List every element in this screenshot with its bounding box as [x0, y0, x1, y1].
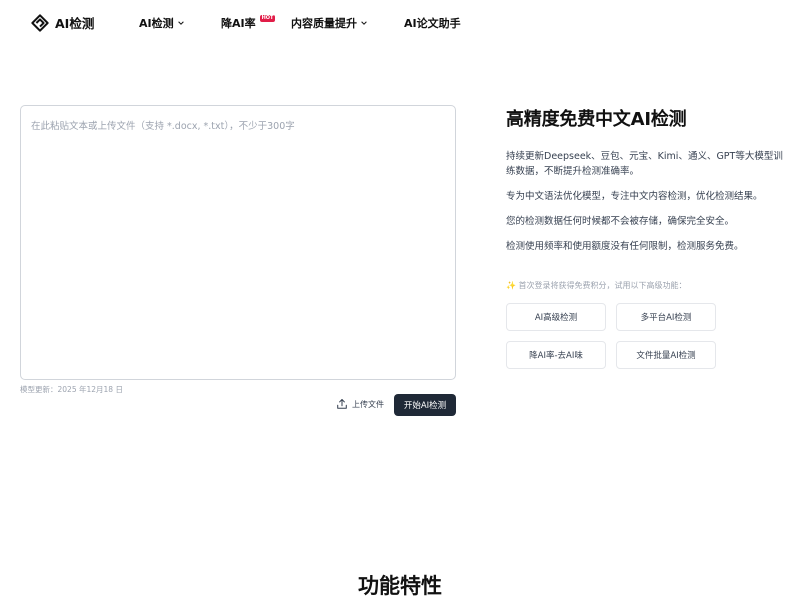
features-section-title: 功能特性: [358, 574, 442, 598]
nav-reduce-ai-rate-label: 降AI率: [221, 17, 256, 30]
top-navbar: AI检测 AI检测 降AI率 HOT 内容质量提升 AI论文助手: [0, 0, 800, 44]
upload-icon: [337, 399, 347, 409]
chevron-down-icon: [177, 21, 184, 25]
feature-line: 检测使用频率和使用额度没有任何限制，检测服务免费。: [506, 241, 744, 252]
nav-ai-paper-assistant[interactable]: AI论文助手: [404, 15, 461, 31]
hot-badge: HOT: [259, 14, 276, 22]
feature-line: 您的检测数据任何时候都不会被存储，确保完全安全。: [506, 216, 735, 227]
logo-text: AI检测: [55, 16, 95, 31]
nav-content-quality-label: 内容质量提升: [291, 17, 357, 30]
info-panel: 高精度免费中文AI检测 持续更新Deepseek、豆包、元宝、Kimi、通义、G…: [506, 105, 786, 264]
upload-file-label: 上传文件: [352, 399, 384, 409]
nav-ai-paper-assistant-label: AI论文助手: [404, 17, 461, 30]
start-ai-detect-button[interactable]: 开始AI检测: [394, 394, 456, 416]
text-input[interactable]: [21, 106, 455, 379]
hero-title: 高精度免费中文AI检测: [506, 109, 687, 130]
feature-line: 专为中文语法优化模型，专注中文内容检测，优化检测结果。: [506, 191, 763, 202]
nav-ai-detect-label: AI检测: [139, 17, 174, 30]
nav-reduce-ai-rate[interactable]: 降AI率 HOT: [221, 14, 276, 31]
logo[interactable]: AI检测: [31, 13, 94, 32]
multi-platform-detect-button[interactable]: 多平台AI检测: [616, 303, 716, 331]
nav-ai-detect[interactable]: AI检测: [139, 15, 185, 31]
promo-note: ✨ 首次登录将获得免费积分，试用以下高级功能：: [506, 281, 687, 290]
feature-line: 持续更新Deepseek、豆包、元宝、Kimi、通义、GPT等大模型训练数据，不…: [506, 151, 783, 177]
nav-content-quality[interactable]: 内容质量提升: [291, 15, 368, 31]
advanced-ai-detect-button[interactable]: AI高级检测: [506, 303, 606, 331]
model-update-note: 模型更新：2025 年12月18 日: [20, 385, 123, 394]
chevron-down-icon: [361, 21, 367, 25]
batch-file-detect-button[interactable]: 文件批量AI检测: [616, 341, 716, 369]
upload-file-button[interactable]: 上传文件: [336, 398, 384, 410]
logo-icon: [31, 13, 49, 32]
reduce-ai-rate-button[interactable]: 降AI率-去AI味: [506, 341, 606, 369]
text-input-container: [20, 105, 456, 380]
